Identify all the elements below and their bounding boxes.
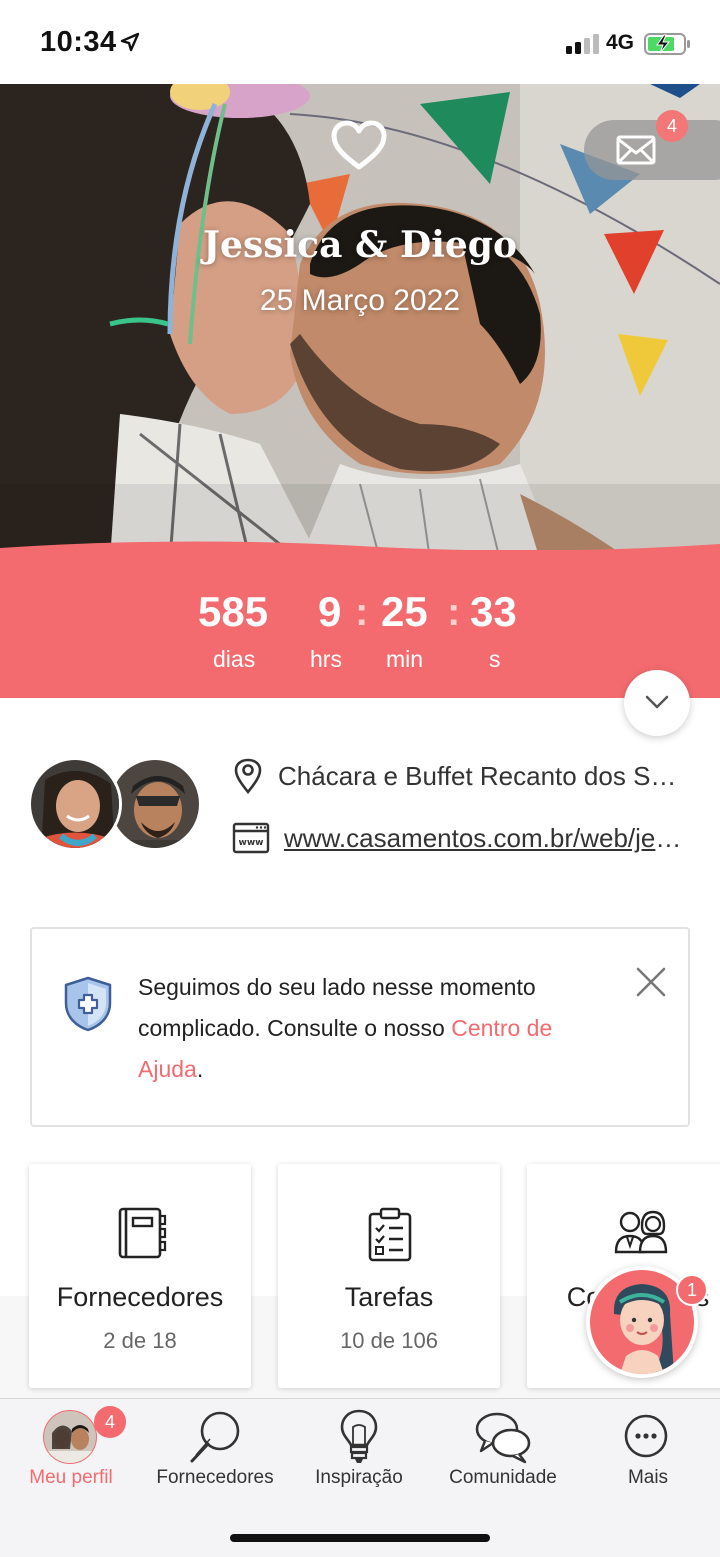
profile-tab-badge: 4 — [94, 1406, 126, 1438]
countdown-minutes: 25 — [381, 588, 428, 635]
www-icon: www — [232, 822, 270, 854]
tab-my-profile[interactable]: 4 Meu perfil — [0, 1399, 142, 1499]
messages-button[interactable] — [584, 120, 720, 180]
network-type: 4G — [606, 31, 635, 54]
messages-badge: 4 — [656, 110, 688, 142]
tab-more[interactable]: Mais — [576, 1399, 720, 1499]
status-bar: 10:34 4G — [0, 0, 720, 84]
battery-charging-icon — [644, 33, 690, 55]
more-dots-icon — [624, 1414, 668, 1458]
card-progress: 10 de 106 — [340, 1328, 438, 1353]
partner-avatar-jessica[interactable] — [28, 757, 122, 851]
website-row[interactable]: www www.casamentos.com.br/web/jessica-e-… — [232, 818, 688, 858]
countdown-wave — [0, 541, 720, 558]
chevron-down-icon — [645, 695, 669, 709]
close-icon[interactable] — [634, 965, 668, 999]
tab-label: Meu perfil — [29, 1467, 113, 1488]
signal-icon — [566, 34, 600, 54]
expand-details-button[interactable] — [624, 670, 690, 736]
countdown-days: 585 — [198, 588, 269, 635]
countdown-separator: : — [355, 590, 369, 634]
countdown-hours-label: hrs — [310, 646, 342, 672]
chat-bubbles-icon — [475, 1412, 531, 1464]
tab-label: Mais — [627, 1467, 669, 1488]
countdown-minutes-label: min — [386, 646, 424, 672]
notice-text-after: . — [196, 1056, 204, 1082]
countdown-separator: : — [447, 590, 461, 634]
location-arrow-icon — [120, 32, 140, 52]
shield-plus-icon — [64, 976, 112, 1032]
notebook-icon — [118, 1207, 167, 1259]
svg-text:www: www — [239, 838, 264, 848]
help-center-notice: Seguimos do seu lado nesse momento compl… — [30, 927, 690, 1127]
tab-label: Inspiração — [315, 1467, 403, 1488]
card-progress: 2 de 18 — [103, 1328, 177, 1353]
countdown-seconds: 33 — [470, 588, 517, 635]
wedding-date: 25 Março 2022 — [259, 284, 461, 317]
couple-cover-photo[interactable]: Jessica & Diego 25 Março 2022 — [0, 84, 720, 560]
magnifier-icon — [190, 1411, 240, 1463]
notice-message: Seguimos do seu lado nesse momento compl… — [138, 967, 618, 1090]
card-tasks[interactable]: Tarefas 10 de 106 — [278, 1164, 500, 1388]
lightbulb-icon — [340, 1409, 378, 1463]
countdown-hours: 9 — [318, 588, 342, 635]
tab-inspiration[interactable]: Inspiração — [288, 1399, 430, 1499]
venue-row[interactable]: Chácara e Buffet Recanto dos Sonhos — [232, 756, 682, 796]
home-indicator[interactable] — [230, 1534, 490, 1542]
countdown-seconds-label: s — [489, 646, 501, 672]
profile-avatar-icon — [43, 1410, 97, 1464]
status-time: 10:34 — [40, 26, 117, 58]
guests-icon — [614, 1210, 668, 1254]
wedding-countdown: 585 9 : 25 : 33 dias hrs min s — [0, 541, 720, 698]
card-title: Fornecedores — [56, 1282, 224, 1312]
wedding-website-link[interactable]: www.casamentos.com.br/web/jessica-e-dieg… — [284, 823, 688, 854]
tab-vendors[interactable]: Fornecedores — [142, 1399, 288, 1499]
heart-logo-icon — [331, 120, 387, 170]
card-title: Tarefas — [344, 1282, 434, 1312]
tab-label: Comunidade — [449, 1467, 557, 1488]
assistant-badge: 1 — [676, 1274, 708, 1306]
checklist-icon — [368, 1207, 412, 1262]
map-pin-icon — [234, 758, 262, 794]
tab-community[interactable]: Comunidade — [430, 1399, 576, 1499]
countdown-days-label: dias — [213, 646, 256, 672]
venue-name: Chácara e Buffet Recanto dos Sonhos — [278, 760, 682, 791]
avatar-image — [31, 760, 119, 848]
envelope-icon — [616, 135, 656, 165]
partner-avatar-diego[interactable] — [108, 757, 202, 851]
card-vendors[interactable]: Fornecedores 2 de 18 — [29, 1164, 251, 1388]
avatar-image — [111, 760, 199, 848]
tab-label: Fornecedores — [156, 1467, 274, 1488]
couple-names: Jessica & Diego — [203, 224, 517, 266]
